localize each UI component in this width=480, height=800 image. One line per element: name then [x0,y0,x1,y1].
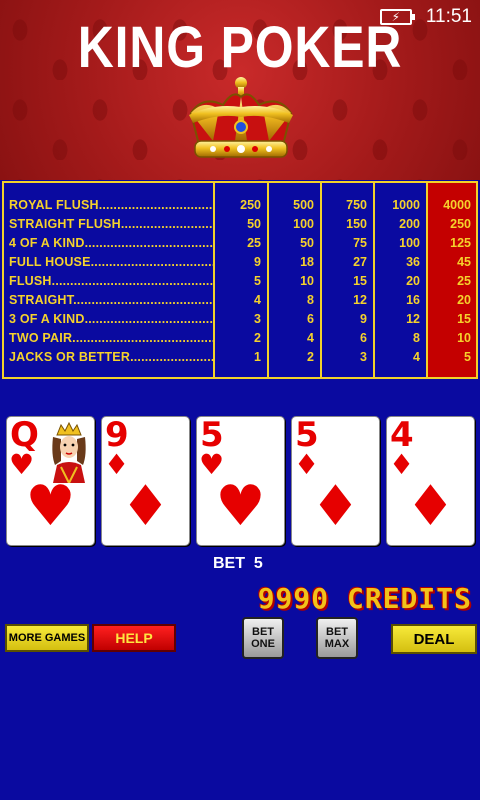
paytable-payout: 3 [360,350,367,364]
paytable-payout: 12 [353,293,367,307]
paytable-payout: 250 [240,198,261,212]
paytable-payout: 27 [353,255,367,269]
paytable-payout: 6 [307,312,314,326]
paytable-hand-label: FULL HOUSE..............................… [9,255,213,269]
status-bar: ⚡ 11:51 [379,6,472,28]
paytable-payout: 2 [254,331,261,345]
credits-value: 9990 [257,582,330,615]
paytable-hand-label: STRAIGHT FLUSH..........................… [9,217,213,231]
paytable-payout: 25 [247,236,261,250]
paytable-payout: 15 [353,274,367,288]
paytable-payout: 18 [300,255,314,269]
paytable-payout: 6 [360,331,367,345]
paytable-hand-label: JACKS OR BETTER.........................… [9,350,213,364]
card-2[interactable]: 9 ♦ ♦ [101,416,190,546]
paytable-payout: 4 [254,293,261,307]
paytable-hand-label: 4 OF A KIND.............................… [9,236,213,250]
paytable-payout: 100 [293,217,314,231]
paytable-payout: 9 [254,255,261,269]
paytable-hand-label: TWO PAIR................................… [9,331,213,345]
paytable-payout: 10 [457,331,471,345]
paytable-hand-label: FLUSH...................................… [9,274,213,288]
paytable-bet1-column: 250 50 25 9 5 4 3 2 1 [215,183,269,377]
bet-label: BET [213,555,245,572]
paytable-payout: 500 [293,198,314,212]
card-3[interactable]: 5 ♥ ♥ [196,416,285,546]
paytable-payout: 20 [457,293,471,307]
paytable-payout: 12 [406,312,420,326]
paytable-payout: 15 [457,312,471,326]
paytable-payout: 1000 [392,198,420,212]
bet-max-label-bottom: MAX [324,638,350,650]
header-banner: ⚡ 11:51 KING POKER [0,0,480,180]
paytable-payout: 4 [413,350,420,364]
paytable-payout: 4000 [443,198,471,212]
more-games-button[interactable]: MORE GAMES [5,624,89,652]
paytable-payout: 750 [346,198,367,212]
credits-label: CREDITS [346,582,472,615]
paytable-bet3-column: 750 150 75 27 15 12 9 6 3 [322,183,375,377]
paytable-payout: 45 [457,255,471,269]
paytable-payout: 8 [307,293,314,307]
paytable-payout: 8 [413,331,420,345]
paytable-payout: 200 [399,217,420,231]
paytable-payout: 25 [457,274,471,288]
paytable-hand-label: 3 OF A KIND.............................… [9,312,213,326]
paytable-payout: 250 [450,217,471,231]
paytable-payout: 9 [360,312,367,326]
bet-one-label-bottom: ONE [251,638,275,650]
paytable-payout: 1 [254,350,261,364]
bet-one-label-top: BET [252,626,274,638]
battery-charging-icon: ⚡ [379,9,415,25]
paytable-payout: 2 [307,350,314,364]
paytable-payout: 125 [450,236,471,250]
paytable: ROYAL FLUSH.............................… [2,181,478,379]
crown-icon [189,77,293,158]
heart-icon: ♥ [215,474,266,539]
paytable-payout: 50 [300,236,314,250]
card-1[interactable]: Q ♥ ♥ [6,416,95,546]
deal-button[interactable]: DEAL [391,624,477,654]
paytable-bet4-column: 1000 200 100 36 20 16 12 8 4 [375,183,428,377]
bet-display: BET 5 [213,555,263,573]
paytable-payout: 36 [406,255,420,269]
diamond-icon: ♦ [120,474,171,539]
paytable-hand-label: ROYAL FLUSH.............................… [9,198,213,212]
credits-display: 9990 CREDITS [258,582,472,615]
paytable-payout: 4 [307,331,314,345]
paytable-hands-column: ROYAL FLUSH.............................… [4,183,215,377]
paytable-payout: 100 [399,236,420,250]
paytable-bet5-column: 4000 250 125 45 25 20 15 10 5 [428,183,476,377]
paytable-payout: 75 [353,236,367,250]
paytable-payout: 5 [254,274,261,288]
paytable-payout: 16 [406,293,420,307]
card-4[interactable]: 5 ♦ ♦ [291,416,380,546]
paytable-payout: 150 [346,217,367,231]
bet-value: 5 [253,555,263,572]
paytable-hand-label: STRAIGHT................................… [9,293,213,307]
paytable-payout: 3 [254,312,261,326]
heart-icon: ♥ [25,474,76,539]
paytable-payout: 10 [300,274,314,288]
bet-max-label-top: BET [326,626,348,638]
paytable-bet2-column: 500 100 50 18 10 8 6 4 2 [269,183,322,377]
paytable-payout: 50 [247,217,261,231]
clock: 11:51 [425,6,472,27]
paytable-payout: 5 [464,350,471,364]
diamond-icon: ♦ [405,474,456,539]
diamond-icon: ♦ [310,474,361,539]
help-button[interactable]: HELP [92,624,176,652]
paytable-payout: 20 [406,274,420,288]
bet-one-button[interactable]: BET ONE [242,617,284,659]
bet-max-button[interactable]: BET MAX [316,617,358,659]
card-5[interactable]: 4 ♦ ♦ [386,416,475,546]
